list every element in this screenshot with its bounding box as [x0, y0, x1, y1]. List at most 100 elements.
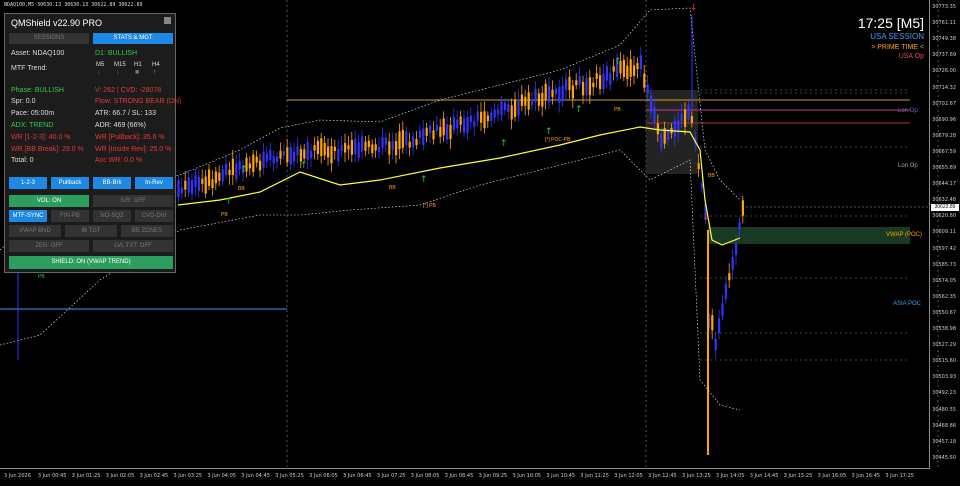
buy-arrow-icon: ↑ — [500, 139, 508, 149]
clock-readout: 17:25 [M5] — [857, 15, 924, 31]
adr-value: ADR: 469 (66%) — [95, 122, 146, 129]
candle-body — [551, 89, 554, 97]
candle-body — [527, 92, 530, 110]
candle-body — [333, 146, 336, 151]
candle-body — [497, 109, 500, 115]
candle-body — [561, 85, 564, 102]
candle-body — [697, 163, 700, 170]
buy-arrow-icon: ↑ — [575, 105, 583, 115]
symbol-info: NDAQ100,M5 30630.13 30630.13 30622.89 30… — [4, 2, 143, 8]
shield-toggle[interactable]: SHIELD: ON (VWAP TREND) — [9, 256, 173, 269]
time-tick-label: 3 Jun 2026 — [4, 473, 31, 479]
bb-marker: BB — [389, 185, 396, 191]
candle-body — [605, 66, 608, 81]
candle-body — [565, 79, 568, 91]
time-tick-label: 3 Jun 12:05 — [614, 473, 643, 479]
candle-body — [537, 93, 540, 106]
tf-m5-label: M5 — [96, 62, 105, 68]
candle-body — [415, 138, 418, 146]
candle-body — [282, 151, 285, 156]
candle-body — [364, 141, 367, 151]
mode-pullback-button[interactable]: Pullback — [51, 177, 89, 189]
candle-body — [517, 99, 520, 116]
time-tick-label: 3 Jun 06:45 — [343, 473, 372, 479]
candle-body — [398, 131, 401, 149]
sr-toggle[interactable]: S/R: OFF — [93, 195, 173, 207]
vol-toggle[interactable]: VOL: ON — [9, 195, 89, 207]
candle-body — [466, 117, 469, 134]
mode-in-rev-button[interactable]: In-Rev — [135, 177, 173, 189]
candle-body — [405, 131, 408, 145]
minimize-icon[interactable] — [164, 17, 171, 24]
mtf-sync-toggle[interactable]: MTF-SYNC — [9, 210, 47, 222]
time-tick-label: 3 Jun 13:25 — [682, 473, 711, 479]
candle-body — [449, 124, 452, 140]
price-tick-label: 30632.48 — [932, 197, 956, 204]
buy-arrow-icon: ↑ — [240, 165, 248, 175]
poc-pb-marker: [*] POC-PB — [545, 137, 571, 143]
mode-bb-brk-button[interactable]: BB-Brk — [93, 177, 131, 189]
candle-body — [418, 130, 421, 138]
time-tick-label: 3 Jun 03:25 — [173, 473, 203, 479]
candle-body — [299, 149, 302, 162]
tab-sessions[interactable]: SESSIONS — [9, 33, 89, 44]
candle-body — [320, 138, 323, 157]
candle-body — [452, 116, 455, 131]
candle-body — [629, 59, 632, 77]
candle-body — [646, 84, 649, 94]
wr-inside-rev: WR [Inside Rev]: 25.0 % — [95, 146, 172, 153]
tab-stats-mgt[interactable]: STATS & MGT — [93, 33, 173, 44]
buy-arrow-icon: ↑ — [300, 161, 308, 171]
lvl-txt-toggle[interactable]: LVL TXT: OFF — [93, 240, 173, 252]
time-tick-label: 3 Jun 06:05 — [309, 473, 338, 479]
vwap-bnd-toggle[interactable]: VWAP BND — [9, 225, 61, 237]
candle-body — [486, 115, 489, 122]
price-tick-label: 30445.50 — [932, 454, 956, 461]
candle-body — [741, 200, 744, 216]
no-sqz-toggle[interactable]: NO-SQZ — [93, 210, 131, 222]
candle-body — [401, 130, 404, 148]
candle-body — [520, 94, 523, 106]
price-tick-label: 30726.00 — [932, 68, 956, 75]
sell-arrow-icon: ↓ — [702, 213, 710, 223]
candle-body — [412, 136, 415, 148]
candle-body — [180, 187, 183, 194]
bb-zones-toggle[interactable]: BB ZONES — [121, 225, 173, 237]
price-tick-label: 30492.23 — [932, 390, 956, 397]
candle-body — [378, 147, 381, 153]
price-tick-label: 30655.89 — [932, 165, 956, 171]
price-axis[interactable]: 30773.35 30761.11 30749.38 30737.69 30726.00… — [929, 0, 960, 468]
cvd-div-toggle[interactable]: CVD-DIV — [135, 210, 173, 222]
candle-body — [374, 144, 377, 151]
time-tick-label: 3 Jun 09:25 — [478, 473, 508, 479]
candle-body — [459, 116, 462, 125]
price-tick-label: 30667.59 — [932, 148, 956, 155]
candle-body — [255, 156, 258, 163]
candle-body — [429, 125, 432, 134]
time-tick-label: 3 Jun 02:05 — [105, 473, 135, 479]
candle-body — [673, 120, 676, 137]
candle-body — [599, 75, 602, 90]
time-axis[interactable]: 3 Jun 2026 3 Jun 00:45 3 Jun 01:25 3 Jun 02… — [0, 468, 930, 486]
price-tick-label: 30714.32 — [932, 84, 956, 91]
flow-status: Flow: STRONG BEAR (DN) — [95, 98, 182, 105]
candle-body — [738, 222, 741, 229]
zen-toggle[interactable]: ZEN: OFF — [9, 240, 89, 252]
candle-body — [680, 113, 683, 122]
candle-body — [350, 140, 353, 155]
candle-body — [187, 177, 190, 193]
candle-body — [476, 111, 479, 122]
mode-123-button[interactable]: 1-2-3 — [9, 177, 47, 189]
fin-pb-toggle[interactable]: FIN-PB — [51, 210, 89, 222]
candle-body — [626, 65, 629, 80]
buy-arrow-icon: ↑ — [614, 57, 622, 67]
candle-body — [340, 144, 343, 152]
price-tick-label: 30480.55 — [932, 406, 956, 413]
candle-body — [684, 109, 687, 127]
time-tick-label: 3 Jun 07:25 — [376, 473, 406, 479]
candle-body — [286, 147, 289, 163]
candle-body — [718, 318, 721, 334]
candle-body — [724, 283, 727, 299]
time-tick-label: 3 Jun 14:05 — [715, 473, 745, 479]
ib-tgt-toggle[interactable]: IB TGT — [65, 225, 117, 237]
